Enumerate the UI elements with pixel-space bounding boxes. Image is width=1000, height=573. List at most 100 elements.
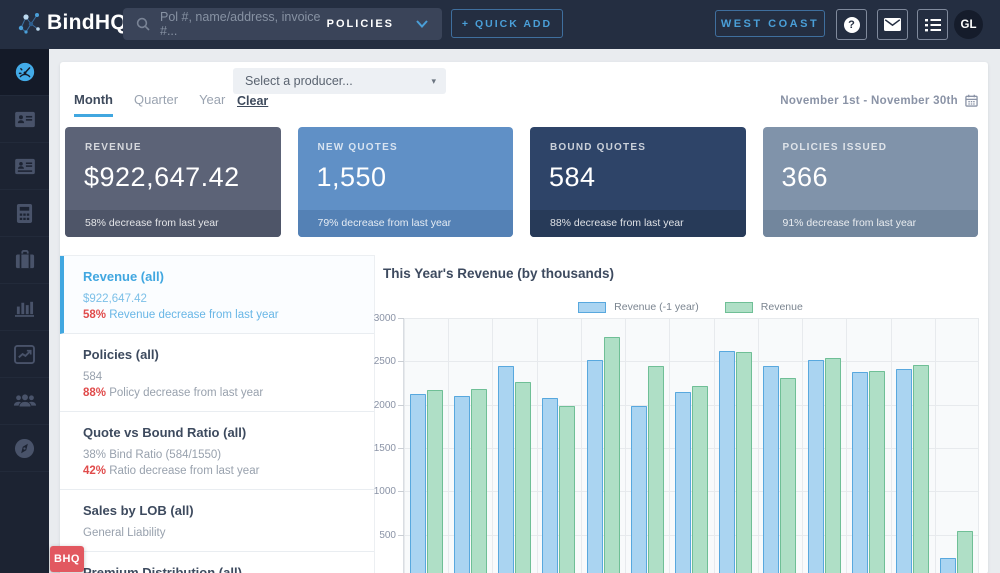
period-tabs: Month Quarter Year (74, 92, 225, 117)
stat-card-revenue: REVENUE $922,647.42 58% decrease from last… (65, 127, 281, 237)
stat-card-policies-issued: POLICIES ISSUED 366 91% decrease from last… (762, 127, 978, 237)
sidebar-item-id-card[interactable] (0, 96, 49, 143)
metric-value-line: General Liability (83, 527, 166, 539)
select-caret-icon: ▾ (431, 75, 436, 86)
briefcase-icon (14, 250, 36, 270)
metric-title: Quote vs Bound Ratio (all) (83, 425, 247, 440)
metric-item-sales-by-lob-all[interactable]: Sales by LOB (all) General Liability (60, 490, 374, 552)
bar-current-year (868, 370, 885, 573)
bar-current-year (692, 386, 708, 573)
bar-prev-year (586, 360, 603, 573)
stat-card-title: NEW QUOTES (317, 142, 398, 153)
bar-current-year (780, 377, 797, 573)
bar-prev-year (719, 350, 736, 573)
y-tick-label: 1000 (373, 486, 396, 498)
bar-current-year (913, 364, 930, 573)
metric-item-quote-vs-bound-ratio-all[interactable]: Quote vs Bound Ratio (all) 38% Bind Ratio… (60, 412, 374, 490)
search-scope-select[interactable]: POLICIES (327, 18, 394, 30)
question-icon: ? (843, 16, 860, 33)
calendar-icon (965, 94, 978, 107)
bar-chart-icon (14, 298, 35, 317)
producer-select[interactable]: Select a producer... ▾ (233, 68, 446, 94)
brand-logo[interactable]: BindHQ (16, 10, 127, 36)
bar-current-year (824, 357, 841, 573)
bar-current-year (603, 337, 620, 573)
metrics-list: Revenue (all) $922,647.42 58% Revenue decr… (60, 255, 375, 573)
stat-card-footer: 88% decrease from last year (530, 210, 746, 237)
dashboard-panel: Select a producer... ▾ Month Quarter Year … (60, 62, 988, 573)
metric-title: Policies (all) (83, 347, 159, 362)
search-icon (136, 17, 150, 31)
users-icon (13, 392, 37, 410)
metric-title: Revenue (all) (83, 269, 164, 284)
legend-swatch (724, 301, 753, 313)
metric-change-pct: 42% (83, 465, 107, 477)
contact-card-icon (14, 158, 36, 175)
stat-card-footer: 91% decrease from last year (762, 210, 978, 237)
sidebar-item-users[interactable] (0, 378, 49, 425)
search-input[interactable]: Pol #, name/address, invoice #... (160, 10, 327, 38)
metric-change-line: 42% Ratio decrease from last year (83, 465, 260, 477)
metric-change-pct: 58% (83, 309, 107, 321)
y-tick-label: 1500 (373, 443, 396, 454)
help-button[interactable]: ? (836, 9, 867, 40)
x-gridline (669, 318, 671, 573)
date-range-picker[interactable]: November 1st - November 30th (780, 94, 978, 107)
compass-icon (14, 438, 35, 459)
sidebar-item-briefcase[interactable] (0, 237, 49, 284)
brand-name: BindHQ (47, 11, 127, 34)
region-button[interactable]: WEST COAST (715, 10, 825, 37)
bar-current-year (559, 405, 576, 573)
sidebar-item-compass[interactable] (0, 425, 49, 472)
legend-swatch (578, 301, 607, 313)
metric-item-premium-distribution-all[interactable]: Premium Distribution (all) (60, 552, 374, 573)
sidebar-item-bar-chart[interactable] (0, 284, 49, 331)
stat-card-title: BOUND QUOTES (550, 142, 647, 153)
x-gridline (890, 318, 892, 573)
stat-card-value: 1,550 (316, 162, 387, 192)
messages-button[interactable] (877, 9, 908, 40)
bar-current-year (426, 389, 443, 573)
quick-add-button[interactable]: + QUICK ADD (451, 9, 563, 38)
global-search[interactable]: Pol #, name/address, invoice #... POLICI… (123, 8, 442, 40)
metric-title: Premium Distribution (all) (83, 565, 242, 573)
stat-card-footer: 79% decrease from last year (297, 210, 513, 237)
stat-card-value: 366 (781, 162, 829, 192)
x-gridline (978, 318, 979, 573)
activity-list-button[interactable] (917, 9, 948, 40)
bar-prev-year (630, 405, 647, 573)
tab-year[interactable]: Year (199, 92, 225, 117)
x-gridline (757, 318, 759, 573)
tab-month[interactable]: Month (74, 92, 113, 117)
metric-value-line: 38% Bind Ratio (584/1550) (83, 449, 222, 461)
chevron-down-icon[interactable] (416, 20, 428, 28)
user-avatar[interactable]: GL (954, 10, 983, 39)
metric-item-policies-all[interactable]: Policies (all) 584 88% Policy decrease fro… (60, 334, 374, 412)
x-gridline (802, 318, 804, 573)
legend-label: Revenue (-1 year) (614, 301, 699, 313)
bar-prev-year (498, 365, 515, 573)
bar-current-year (515, 382, 532, 573)
sidebar-item-gauge[interactable] (0, 49, 49, 96)
sidebar-item-line-chart[interactable] (0, 331, 49, 378)
y-tick-label: 500 (379, 529, 396, 541)
bar-prev-year (807, 360, 824, 573)
y-gridline (404, 491, 978, 493)
x-gridline (580, 318, 582, 573)
bar-prev-year (896, 369, 913, 573)
bhq-launcher-badge[interactable]: BHQ (50, 546, 84, 572)
bar-prev-year (453, 396, 470, 573)
chart-legend: Revenue (-1 year) Revenue (403, 301, 978, 313)
metric-change-line: 88% Policy decrease from last year (83, 387, 264, 399)
tab-quarter[interactable]: Quarter (134, 92, 178, 117)
stat-card-value: $922,647.42 (84, 162, 240, 192)
stat-card-bound-quotes: BOUND QUOTES 584 88% decrease from last ye… (530, 127, 746, 237)
sidebar-item-contact-card[interactable] (0, 143, 49, 190)
clear-filters-link[interactable]: Clear (237, 94, 268, 108)
bar-current-year (957, 531, 974, 573)
metric-item-revenue-all[interactable]: Revenue (all) $922,647.42 58% Revenue decr… (60, 256, 374, 334)
y-gridline (404, 534, 978, 536)
legend-label: Revenue (760, 301, 803, 313)
sidebar-item-calculator[interactable] (0, 190, 49, 237)
x-gridline (492, 318, 494, 573)
